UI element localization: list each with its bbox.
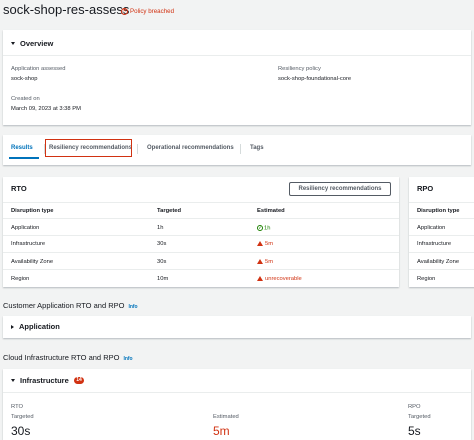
table-row-estimated: ✓ 1h [257,225,271,232]
infrastructure-toggle[interactable]: Infrastructure 14 [11,376,85,385]
tab-operational-recommendations[interactable]: Operational recommendations [147,145,234,151]
infra-rpo-targeted-value: 5s [408,424,421,438]
warning-icon [257,259,263,264]
application-heading: Application [19,322,60,331]
application-panel [3,316,471,338]
rto-heading: RTO [11,184,27,193]
warning-icon [257,276,263,281]
table-row-targeted: 1h [157,225,164,231]
row-divider [409,252,474,253]
rpo-row-type: Application [417,225,446,231]
table-row-type: Infrastructure [11,241,46,247]
rpo-row-type: Region [417,276,436,282]
row-divider [3,252,399,253]
infra-targeted-value: 30s [11,424,31,438]
created-label: Created on [11,96,40,102]
infra-estimated-label: Estimated [213,414,239,420]
error-icon: × [121,8,128,15]
info-link[interactable]: Info [128,304,137,310]
infra-estimated-value: 5m [213,424,230,438]
caret-right-icon [11,324,14,329]
infra-targeted-label: Targeted [11,414,34,420]
page-title: sock-shop-res-assess [3,2,130,17]
policy-value: sock-shop-foundational-core [278,76,352,82]
created-value: March 09, 2023 at 3:38 PM [11,106,81,112]
infra-rpo-label: RPO [408,404,421,410]
app-assessed-value: sock-shop [11,76,38,82]
rpo-col-disruption-type: Disruption type [417,208,460,214]
info-link[interactable]: Info [123,356,132,362]
table-row-targeted: 10m [157,276,169,282]
highlight-box [45,139,132,157]
table-row-type: Region [11,276,30,282]
tab-active-indicator [9,157,39,159]
rpo-row-type: Infrastructure [417,241,452,247]
status-badge: × Policy breached [121,8,174,15]
row-divider [409,269,474,270]
table-row-targeted: 30s [157,259,167,265]
tab-separator [240,144,241,154]
row-divider [409,218,474,219]
table-row-estimated: unrecoverable [257,276,302,282]
rpo-row-type: Availability Zone [417,259,460,265]
tab-tags[interactable]: Tags [250,145,264,151]
infra-rpo-targeted-label: Targeted [408,414,431,420]
row-divider [3,269,399,270]
policy-label: Resiliency policy [278,66,321,72]
row-divider [409,235,474,236]
status-text: Policy breached [130,8,175,15]
overview-heading: Overview [20,39,54,48]
infrastructure-heading: Infrastructure [20,376,69,385]
table-row-estimated: 5m [257,241,273,247]
col-disruption-type: Disruption type [11,208,54,214]
row-divider [3,235,399,236]
tab-separator [137,144,138,154]
caret-down-icon [11,42,15,45]
rpo-panel [409,177,474,287]
rpo-heading: RPO [417,184,434,193]
infra-rto-label: RTO [11,404,24,410]
app-assessed-label: Application assessed [11,66,66,72]
table-row-estimated: 5m [257,259,273,265]
infra-section-heading: Cloud Infrastructure RTO and RPO Info [3,353,133,362]
overview-toggle[interactable]: Overview [11,39,53,48]
warning-icon [257,241,263,246]
col-estimated: Estimated [257,208,285,214]
divider [409,202,474,203]
table-row-type: Availability Zone [11,259,54,265]
customer-section-heading: Customer Application RTO and RPO Info [3,301,138,310]
table-row-targeted: 30s [157,241,167,247]
application-toggle[interactable]: Application [11,322,60,331]
table-row-type: Application [11,225,40,231]
row-divider [3,218,399,219]
col-targeted: Targeted [157,208,182,214]
count-badge: 14 [73,377,85,384]
divider [3,202,399,203]
caret-down-icon [11,379,15,382]
resiliency-recommendations-button[interactable]: Resiliency recommendations [289,182,391,196]
tab-results[interactable]: Results [11,145,33,151]
divider [3,55,471,56]
divider [3,392,471,393]
check-circle-icon: ✓ [257,225,263,231]
